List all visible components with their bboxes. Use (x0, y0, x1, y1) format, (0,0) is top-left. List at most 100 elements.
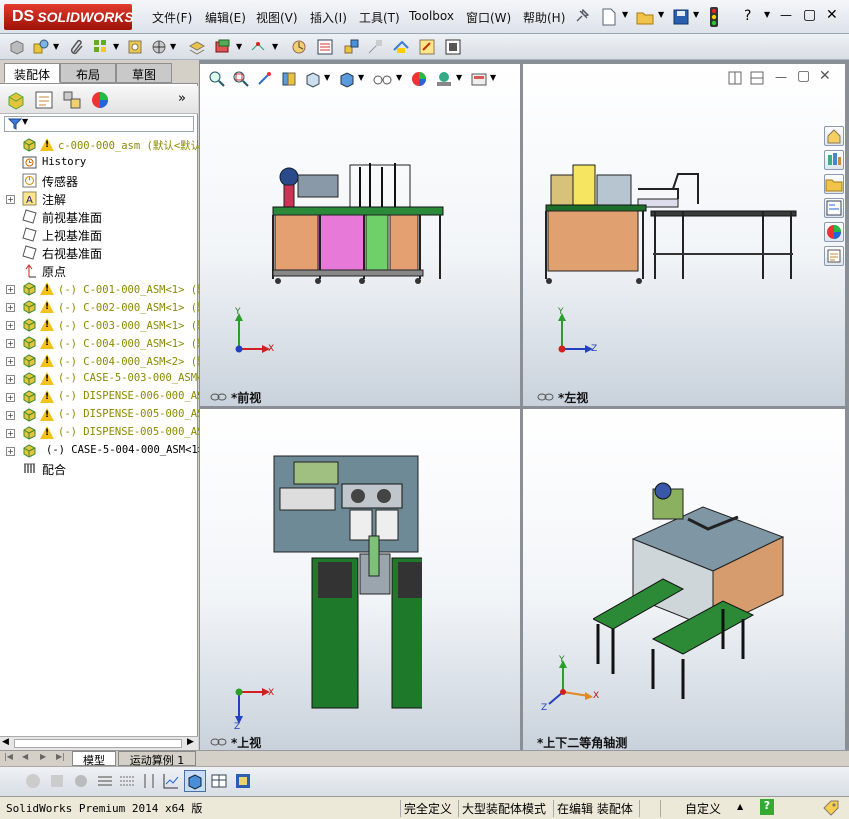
scene-dropdown-icon[interactable]: ▼ (456, 73, 462, 82)
insert-component-icon[interactable] (8, 38, 26, 56)
tab-scroll-last-icon[interactable]: ▶| (56, 752, 65, 761)
status-units-custom[interactable]: 自定义 (660, 800, 732, 817)
help-dropdown-icon[interactable]: ▼ (764, 10, 770, 19)
tab-scroll-first-icon[interactable]: |◀ (4, 752, 13, 761)
display-style-dropdown-icon[interactable]: ▼ (358, 73, 364, 82)
menu-view[interactable]: 视图(V) (256, 9, 298, 26)
filter-animated-icon[interactable] (140, 772, 158, 790)
expand-toggle-icon[interactable]: + (6, 447, 15, 456)
feature-manager-tab-icon[interactable] (6, 90, 26, 110)
new-document-icon[interactable] (600, 8, 618, 26)
solidworks-resources-tab[interactable] (824, 126, 844, 146)
simulation-play-icon[interactable] (24, 772, 42, 790)
scroll-thumb[interactable] (14, 739, 182, 748)
model-left-view[interactable] (543, 159, 803, 289)
configuration-manager-tab-icon[interactable] (62, 90, 82, 110)
new-dropdown-icon[interactable]: ▼ (622, 10, 628, 19)
viewport-close-button[interactable]: ✕ (819, 68, 831, 84)
menu-tools[interactable]: 工具(T) (359, 9, 400, 26)
instant3d-icon[interactable] (444, 38, 462, 56)
expand-toggle-icon[interactable]: + (6, 411, 15, 420)
appearances-tab[interactable] (824, 222, 844, 242)
viewport-split-icon[interactable] (750, 71, 764, 85)
view-settings-icon[interactable] (470, 70, 488, 88)
calculate-icon[interactable] (48, 772, 66, 790)
list-view-icon[interactable] (96, 772, 114, 790)
collapse-tree-icon[interactable] (210, 772, 228, 790)
view-orientation-icon[interactable] (304, 70, 322, 88)
new-part-dropdown-icon[interactable]: ▼ (53, 42, 59, 51)
move-component-icon[interactable] (150, 38, 168, 56)
zoom-to-area-icon[interactable] (232, 70, 250, 88)
pin-icon[interactable] (574, 8, 590, 24)
key-points-icon[interactable] (118, 772, 136, 790)
view-link-icon[interactable] (537, 392, 555, 402)
minimize-button[interactable]: — (780, 8, 792, 22)
results-plot-icon[interactable] (162, 772, 180, 790)
tab-layout[interactable]: 布局 (60, 63, 116, 83)
menu-insert[interactable]: 插入(I) (310, 9, 347, 26)
expand-toggle-icon[interactable]: + (6, 303, 15, 312)
assembly-features-icon[interactable] (214, 38, 232, 56)
apply-scene-icon[interactable] (434, 70, 454, 88)
model-front-view[interactable] (270, 159, 450, 289)
edit-appearance-icon[interactable] (410, 70, 428, 88)
expand-toggle-icon[interactable]: + (6, 357, 15, 366)
open-folder-icon[interactable] (636, 8, 654, 26)
menu-window[interactable]: 窗口(W) (466, 9, 511, 26)
tab-sketch[interactable]: 草图 (116, 63, 172, 83)
display-style-icon[interactable] (338, 70, 356, 88)
viewport-left[interactable]: — ▢ ✕ Y Z *左视 (523, 64, 845, 406)
menu-help[interactable]: 帮助(H) (523, 9, 565, 26)
tree-filter-field[interactable]: ▼ (4, 116, 194, 132)
status-tag-icon[interactable] (822, 800, 840, 816)
expand-toggle-icon[interactable]: + (6, 393, 15, 402)
expand-toggle-icon[interactable]: + (6, 375, 15, 384)
explode-line-sketch-icon[interactable] (366, 38, 384, 56)
tab-scroll-prev-icon[interactable]: ◀ (22, 752, 28, 761)
reference-geometry-icon[interactable] (250, 38, 268, 56)
file-explorer-tab[interactable] (824, 174, 844, 194)
zoom-to-fit-icon[interactable] (208, 70, 226, 88)
menu-file[interactable]: 文件(F) (152, 9, 192, 26)
smart-fasteners-icon[interactable] (126, 38, 144, 56)
expand-toggle-icon[interactable]: + (6, 321, 15, 330)
exploded-view-icon[interactable] (342, 38, 360, 56)
view-settings-dropdown-icon[interactable]: ▼ (490, 73, 496, 82)
tab-motion-study[interactable]: 运动算例 1 (118, 751, 196, 767)
custom-properties-tab[interactable] (824, 246, 844, 266)
save-icon[interactable] (672, 8, 690, 26)
clearance-verification-icon[interactable] (418, 38, 436, 56)
menu-edit[interactable]: 编辑(E) (205, 9, 246, 26)
viewport-isometric[interactable]: Y X Z *上下二等角轴测 (523, 409, 845, 750)
previous-view-icon[interactable] (256, 70, 274, 88)
display-manager-tab-icon[interactable] (90, 90, 110, 110)
move-dropdown-icon[interactable]: ▼ (170, 42, 176, 51)
scroll-left-arrow-icon[interactable]: ◀ (2, 737, 9, 747)
view-link-icon[interactable] (210, 392, 228, 402)
bill-of-materials-icon[interactable] (316, 38, 334, 56)
tab-scroll-next-icon[interactable]: ▶ (40, 752, 46, 761)
save-dropdown-icon[interactable]: ▼ (693, 10, 699, 19)
model-isometric-view[interactable] (593, 479, 793, 704)
model-top-view[interactable] (272, 454, 422, 709)
motion-study-properties-button[interactable] (184, 770, 206, 792)
view-palette-tab[interactable] (824, 198, 844, 218)
tab-assembly[interactable]: 装配体 (4, 63, 60, 83)
refgeom-dropdown-icon[interactable]: ▼ (272, 42, 278, 51)
viewport-top[interactable]: X Z *上视 (200, 409, 520, 750)
panel-collapse-button[interactable]: » (178, 91, 186, 106)
menu-toolbox[interactable]: Toolbox (409, 9, 454, 23)
expand-toggle-icon[interactable]: + (6, 285, 15, 294)
tree-horizontal-scrollbar[interactable]: ◀ ▶ (0, 736, 198, 750)
close-button[interactable]: ✕ (826, 7, 838, 23)
filter-dropdown-icon[interactable]: ▼ (22, 117, 28, 126)
interference-detection-icon[interactable] (392, 38, 410, 56)
design-library-tab[interactable] (824, 150, 844, 170)
scroll-right-arrow-icon[interactable]: ▶ (187, 737, 194, 747)
viewport-tile-icon[interactable] (728, 71, 742, 85)
features-dropdown-icon[interactable]: ▼ (236, 42, 242, 51)
expand-toggle-icon[interactable]: + (6, 339, 15, 348)
save-animation-icon[interactable] (234, 772, 252, 790)
filter-funnel-icon[interactable] (8, 118, 22, 130)
